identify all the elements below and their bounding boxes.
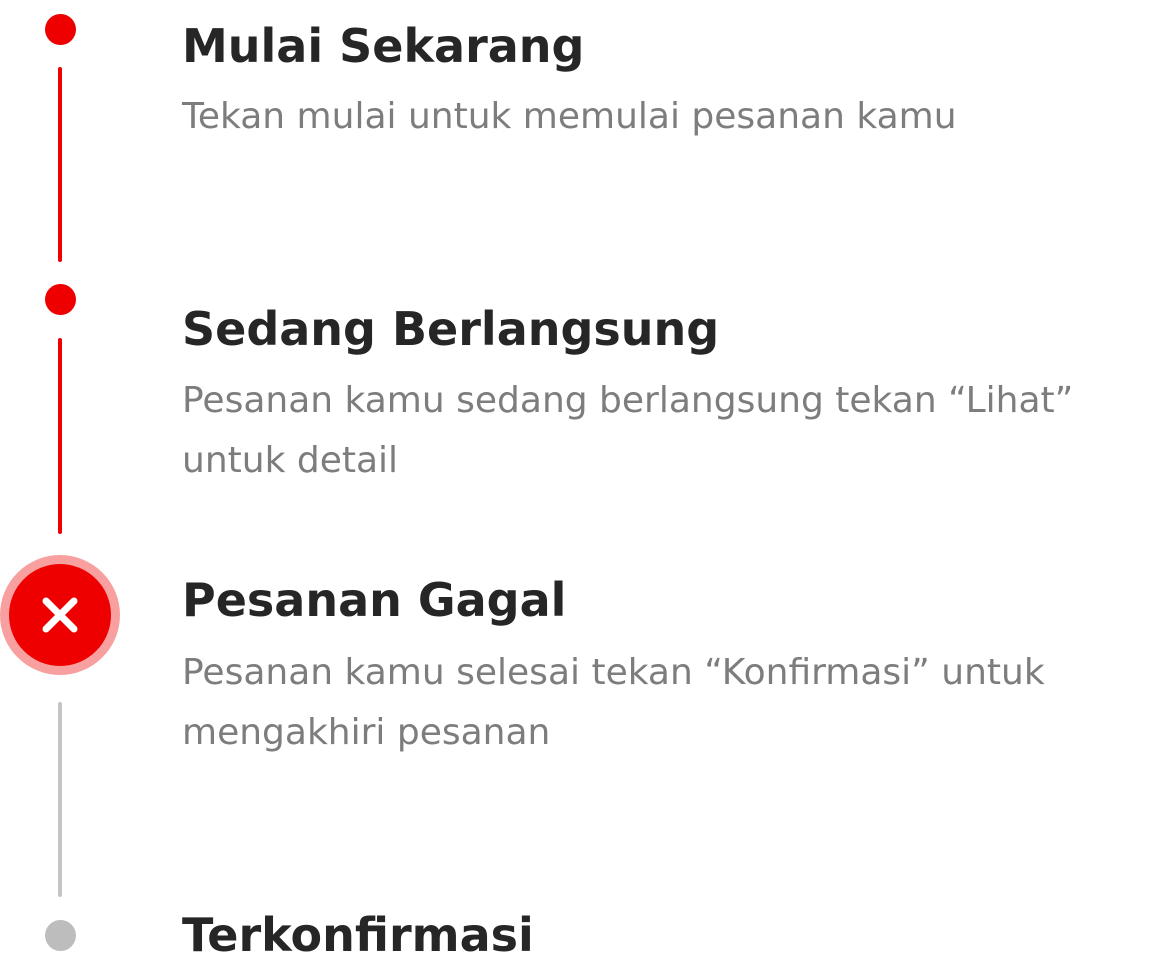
step-description-sedang-berlangsung: Pesanan kamu sedang berlangsung tekan “L… bbox=[182, 380, 1074, 481]
step-connector-2 bbox=[58, 338, 62, 534]
step-marker-terkonfirmasi bbox=[45, 920, 76, 951]
step-connector-1 bbox=[58, 67, 62, 262]
step-marker-mulai-sekarang bbox=[45, 14, 76, 45]
step-description-mulai-sekarang: Tekan mulai untuk memulai pesanan kamu bbox=[182, 96, 957, 137]
step-marker-pesanan-gagal bbox=[0, 555, 120, 675]
order-status-timeline: Mulai Sekarang Tekan mulai untuk memulai… bbox=[0, 0, 1160, 976]
step-connector-3 bbox=[58, 702, 62, 897]
step-description-pesanan-gagal: Pesanan kamu selesai tekan “Konfirmasi” … bbox=[182, 652, 1045, 753]
step-title-mulai-sekarang: Mulai Sekarang bbox=[182, 19, 585, 73]
close-icon bbox=[42, 597, 78, 633]
step-title-pesanan-gagal: Pesanan Gagal bbox=[182, 573, 567, 627]
step-title-sedang-berlangsung: Sedang Berlangsung bbox=[182, 302, 720, 356]
failed-status-badge bbox=[9, 564, 111, 666]
step-marker-sedang-berlangsung bbox=[45, 284, 76, 315]
step-title-terkonfirmasi: Terkonfirmasi bbox=[182, 908, 534, 962]
